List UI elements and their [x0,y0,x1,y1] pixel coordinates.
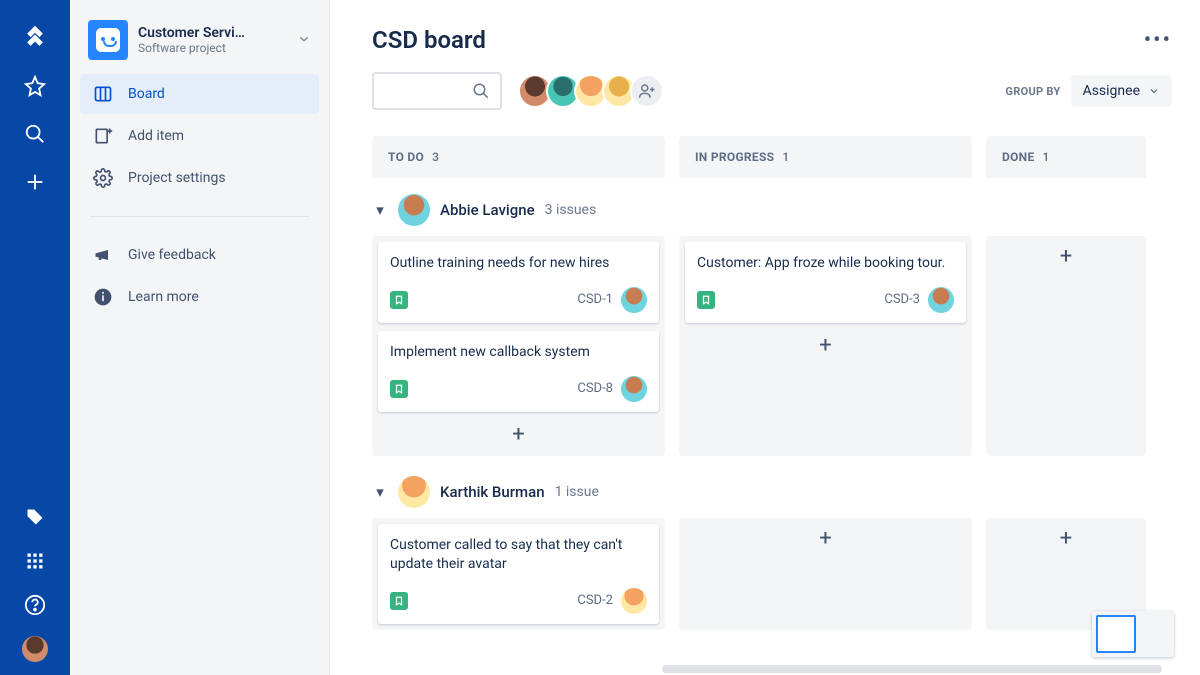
horizontal-scrollbar[interactable] [662,665,1162,673]
sidebar-item-feedback[interactable]: Give feedback [80,235,319,275]
add-item-icon [92,126,114,146]
card-title: Implement new callback system [390,343,647,362]
card-title: Customer: App froze while booking tour. [697,254,954,273]
search-input[interactable] [372,72,502,110]
project-name: Customer Servi… [138,25,245,41]
swimlane-header[interactable]: ▾ Abbie Lavigne 3 issues [372,188,1172,236]
jira-logo-icon[interactable] [21,24,49,52]
groupby-select[interactable]: Assignee [1071,75,1172,107]
search-icon[interactable] [21,120,49,148]
story-type-icon [390,291,408,309]
sidebar-item-label: Give feedback [128,247,216,263]
avatar [398,476,430,508]
lane-cell-done: + [986,236,1146,456]
swimlane-assignee: Abbie Lavigne [440,201,535,219]
story-type-icon [390,380,408,398]
lane-cell-inprogress: Customer: App froze while booking tour. … [679,236,972,456]
add-card-button[interactable]: + [685,331,966,361]
sidebar-item-label: Learn more [128,289,199,305]
sidebar-item-board[interactable]: Board [80,74,319,114]
add-card-button[interactable]: + [992,242,1140,272]
plus-icon[interactable] [21,168,49,196]
board-icon [92,84,114,104]
card-title: Outline training needs for new hires [390,254,647,273]
add-card-button[interactable]: + [685,524,966,554]
add-people-icon[interactable] [630,74,664,108]
project-switcher[interactable]: Customer Servi… Software project [80,20,319,74]
board-minimap[interactable] [1092,611,1174,657]
card-key: CSD-2 [577,593,613,608]
chevron-down-icon[interactable] [297,31,311,50]
project-icon [88,20,128,60]
card-key: CSD-8 [577,381,613,396]
search-icon [472,82,490,100]
lane-cell-todo: Customer called to say that they can't u… [372,518,665,630]
issue-card[interactable]: Customer: App froze while booking tour. … [685,242,966,323]
gear-icon [92,168,114,188]
column-header-inprogress[interactable]: IN PROGRESS1 [679,136,972,178]
megaphone-icon [92,245,114,265]
groupby-value: Assignee [1083,83,1140,99]
profile-avatar[interactable] [21,635,49,663]
swimlane-assignee: Karthik Burman [440,483,545,501]
main-area: CSD board ••• GROUP BY Assignee TO DO3 I… [330,0,1200,675]
lane-cell-inprogress: + [679,518,972,630]
apps-icon[interactable] [21,547,49,575]
card-key: CSD-1 [577,292,613,307]
sidebar-item-label: Add item [128,128,184,144]
project-sidebar: Customer Servi… Software project Board A… [70,0,330,675]
help-icon[interactable] [21,591,49,619]
card-key: CSD-3 [884,292,920,307]
card-title: Customer called to say that they can't u… [390,536,647,574]
chevron-down-icon[interactable]: ▾ [372,201,388,219]
swimlane-count: 1 issue [555,484,599,500]
assignee-avatar-filter [518,74,664,108]
column-header-todo[interactable]: TO DO3 [372,136,665,178]
add-card-button[interactable]: + [992,524,1140,554]
more-icon[interactable]: ••• [1144,28,1172,53]
lane-cell-todo: Outline training needs for new hires CSD… [372,236,665,456]
swimlane-header[interactable]: ▾ Karthik Burman 1 issue [372,470,1172,518]
sidebar-item-label: Project settings [128,170,226,186]
sidebar-item-settings[interactable]: Project settings [80,158,319,198]
avatar [621,376,647,402]
column-header-done[interactable]: DONE1 [986,136,1146,178]
story-type-icon [390,592,408,610]
sidebar-item-add[interactable]: Add item [80,116,319,156]
add-card-button[interactable]: + [378,420,659,450]
avatar [621,588,647,614]
avatar [928,287,954,313]
avatar [398,194,430,226]
swimlane-count: 3 issues [545,202,597,218]
story-type-icon [697,291,715,309]
sidebar-item-learnmore[interactable]: Learn more [80,277,319,317]
issue-card[interactable]: Implement new callback system CSD-8 [378,331,659,412]
groupby-label: GROUP BY [1005,85,1060,98]
project-subtitle: Software project [138,41,245,55]
issue-card[interactable]: Customer called to say that they can't u… [378,524,659,624]
chevron-down-icon[interactable]: ▾ [372,483,388,501]
chevron-down-icon [1148,85,1160,97]
page-title: CSD board [372,26,486,54]
sidebar-divider [90,216,309,217]
avatar [621,287,647,313]
tag-icon[interactable] [21,503,49,531]
star-icon[interactable] [21,72,49,100]
issue-card[interactable]: Outline training needs for new hires CSD… [378,242,659,323]
global-rail [0,0,70,675]
info-icon [92,287,114,307]
sidebar-item-label: Board [128,86,165,102]
